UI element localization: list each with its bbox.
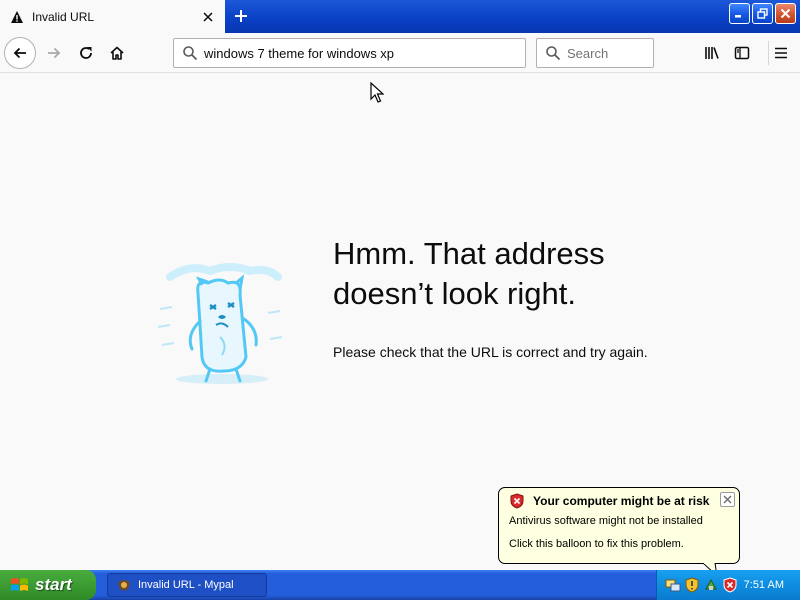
window-controls [729, 3, 796, 24]
search-icon [183, 46, 198, 61]
security-center-shield-icon[interactable] [684, 577, 700, 593]
url-text: windows 7 theme for windows xp [204, 45, 395, 61]
search-icon [546, 46, 561, 61]
tab-invalid-url[interactable]: Invalid URL [0, 0, 225, 33]
plus-icon [235, 10, 247, 22]
minimize-button[interactable] [729, 3, 750, 24]
safely-remove-hardware-icon[interactable] [703, 577, 719, 593]
library-icon [705, 47, 719, 59]
restore-icon [757, 8, 768, 19]
home-icon [110, 46, 124, 60]
confused-cat-illustration [157, 263, 283, 384]
reload-button[interactable] [70, 37, 102, 69]
back-button[interactable] [4, 37, 36, 69]
minimize-icon [735, 15, 741, 18]
network-icon[interactable] [665, 577, 681, 593]
search-placeholder: Search [567, 45, 609, 61]
balloon-message: Antivirus software might not be installe… [509, 515, 703, 527]
system-tray: 7:51 AM [656, 570, 800, 600]
windows-logo-icon [11, 578, 28, 591]
sidebar-icon [734, 46, 750, 60]
navigation-toolbar: windows 7 theme for windows xp Search [0, 33, 800, 73]
restore-button[interactable] [752, 3, 773, 24]
close-button[interactable] [775, 3, 796, 24]
warning-icon [11, 10, 23, 23]
balloon-title: Your computer might be at risk [533, 494, 710, 508]
close-icon [723, 495, 732, 504]
taskbar: start Invalid URL - Mypal 7:51 AM [0, 570, 800, 600]
menu-button[interactable] [765, 37, 797, 69]
headline-line-1: Hmm. That address [333, 236, 605, 271]
error-message: Please check that the URL is correct and… [333, 344, 648, 360]
hamburger-menu-icon [775, 47, 787, 59]
mouse-cursor-icon [370, 82, 384, 103]
reload-icon [80, 47, 92, 59]
mypal-browser-icon [118, 580, 130, 591]
balloon-header: Your computer might be at risk [509, 493, 729, 509]
error-headline: Hmm. That address doesn’t look right. [333, 234, 753, 314]
back-arrow-icon [13, 47, 26, 59]
close-icon [780, 8, 791, 19]
balloon-action-text: Click this balloon to fix this problem. [509, 538, 684, 550]
tab-title: Invalid URL [32, 9, 95, 24]
search-bar[interactable]: Search [536, 38, 654, 68]
home-button[interactable] [101, 37, 133, 69]
start-button[interactable]: start [0, 570, 96, 600]
new-tab-button[interactable] [228, 4, 254, 28]
forward-arrow-icon [48, 47, 61, 59]
headline-line-2: doesn’t look right. [333, 276, 576, 311]
forward-button[interactable] [38, 37, 70, 69]
security-alert-balloon[interactable]: Your computer might be at risk Antivirus… [498, 487, 740, 577]
start-label: start [35, 575, 72, 594]
url-bar[interactable]: windows 7 theme for windows xp [173, 38, 526, 68]
sidebar-button[interactable] [726, 37, 758, 69]
library-button[interactable] [696, 37, 728, 69]
taskbar-item-label: Invalid URL - Mypal [138, 579, 234, 591]
balloon-close-button[interactable] [720, 492, 735, 507]
security-shield-icon [510, 493, 524, 509]
tab-close-icon[interactable] [197, 6, 219, 28]
security-alert-shield-icon[interactable] [722, 577, 738, 593]
clock: 7:51 AM [743, 579, 784, 591]
taskbar-item-mypal[interactable]: Invalid URL - Mypal [107, 573, 267, 597]
tab-strip: Invalid URL [0, 0, 800, 33]
